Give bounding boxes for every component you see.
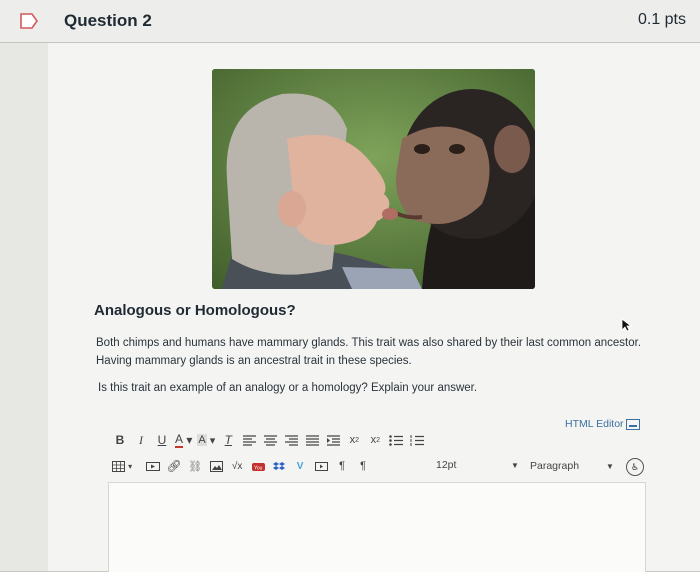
rtl-icon[interactable]: ¶ (355, 458, 371, 474)
indent-icon[interactable] (325, 432, 341, 448)
question-header: Question 2 0.1 pts (0, 0, 700, 43)
align-left-icon[interactable] (241, 432, 257, 448)
background-color-icon[interactable]: A ▾ (197, 432, 215, 448)
html-editor-label: HTML Editor (565, 418, 624, 430)
flag-question-icon[interactable] (18, 10, 40, 32)
question-points: 0.1 pts (637, 11, 686, 28)
block-format-select[interactable]: Paragraph (530, 460, 579, 472)
font-size-select[interactable]: 12pt (436, 459, 456, 471)
ltr-icon[interactable]: ¶ (334, 458, 350, 474)
mouse-cursor-icon (621, 318, 633, 332)
align-justify-icon[interactable] (304, 432, 320, 448)
keyboard-icon (626, 418, 641, 430)
link-icon[interactable]: 🔗︎ (166, 458, 182, 474)
numbered-list-icon[interactable] (409, 432, 425, 448)
subscript-icon[interactable]: x2 (367, 432, 383, 448)
font-size-caret-icon[interactable]: ▼ (511, 461, 519, 470)
answer-text-editor[interactable] (108, 482, 646, 572)
svg-text:You: You (254, 465, 263, 471)
image-icon[interactable] (208, 458, 224, 474)
italic-icon[interactable]: I (133, 432, 149, 448)
embed-icon[interactable] (313, 458, 329, 474)
question-paragraph: Both chimps and humans have mammary glan… (96, 337, 642, 367)
bullet-list-icon[interactable] (388, 432, 404, 448)
bold-icon[interactable]: B (112, 432, 128, 448)
question-title: Question 2 (64, 11, 152, 30)
accessibility-checker-icon[interactable]: ♿︎ (626, 458, 644, 476)
clear-formatting-icon[interactable]: T (220, 432, 236, 448)
underline-icon[interactable]: U (154, 432, 170, 448)
superscript-icon[interactable]: x2 (346, 432, 362, 448)
align-center-icon[interactable] (262, 432, 278, 448)
dropbox-icon[interactable] (271, 458, 287, 474)
block-format-caret-icon[interactable]: ▼ (606, 462, 614, 471)
align-right-icon[interactable] (283, 432, 299, 448)
quiz-question-card: Question 2 0.1 pts Analogous or Homologo… (0, 0, 700, 572)
question-image (212, 69, 535, 289)
editor-toolbar-row-1: B I U A ▾ A ▾ T x2 x2 (112, 430, 430, 450)
unlink-icon[interactable]: ⛓︎ (187, 458, 203, 474)
html-editor-link[interactable]: HTML Editor (565, 418, 641, 430)
youtube-icon[interactable]: You (250, 458, 266, 474)
editor-toolbar-row-2: ▾ 🔗︎ ⛓︎ √x You V ¶ ¶ (112, 456, 376, 476)
equation-icon[interactable]: √x (229, 458, 245, 474)
question-heading: Analogous or Homologous? (94, 302, 296, 319)
text-color-icon[interactable]: A ▾ (175, 432, 192, 448)
vimeo-icon[interactable]: V (292, 458, 308, 474)
media-icon[interactable] (145, 458, 161, 474)
question-prompt: Is this trait an example of an analogy o… (98, 382, 478, 394)
table-icon[interactable]: ▾ (112, 458, 132, 474)
left-gutter (0, 0, 48, 571)
